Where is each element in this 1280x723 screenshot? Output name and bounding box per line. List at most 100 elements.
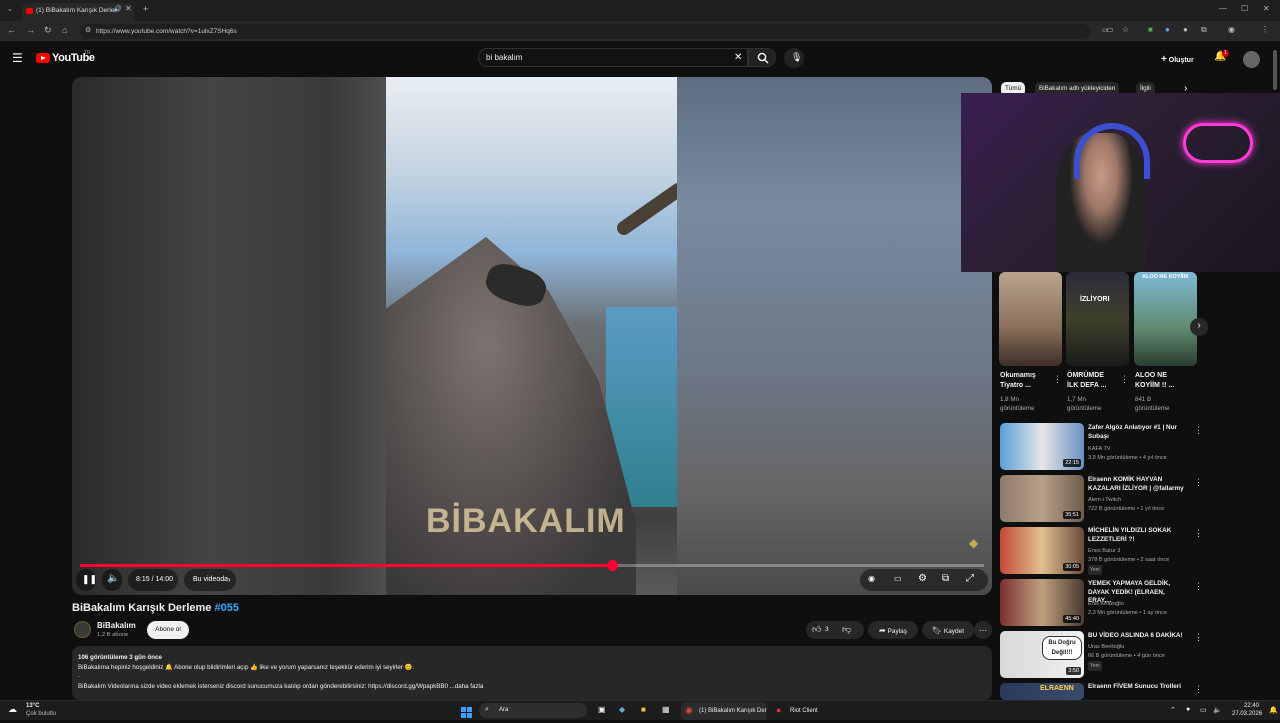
speaker-icon[interactable]: 🔈: [1213, 706, 1222, 714]
page-scrollbar[interactable]: [1273, 50, 1277, 90]
short-more-icon[interactable]: ⋮: [1120, 375, 1129, 384]
shorts-next-icon[interactable]: ›: [1190, 318, 1208, 336]
channel-avatar[interactable]: [74, 621, 91, 638]
cast-icon[interactable]: ▭: [1106, 26, 1114, 34]
subscribe-button[interactable]: Abone ol: [147, 621, 189, 639]
play-pause-button[interactable]: ❚❚: [76, 569, 97, 591]
windows-start-icon[interactable]: [461, 705, 472, 718]
tray-overflow-icon[interactable]: ⌃: [1170, 706, 1176, 714]
recommendation-channel[interactable]: Uras Benlioğlu: [1088, 643, 1188, 651]
clock-time[interactable]: 22:40: [1244, 703, 1259, 709]
notification-center-icon[interactable]: 🔔: [1269, 706, 1278, 714]
recommendation-more-icon[interactable]: ⋮: [1194, 684, 1203, 695]
share-button[interactable]: ➦ Paylaş: [868, 621, 918, 639]
new-tab-icon[interactable]: +: [143, 5, 148, 14]
home-icon[interactable]: ⌂: [62, 26, 67, 35]
recommendation-title[interactable]: Elraenn KOMİK HAYVAN KAZALARI İZLİYOR | …: [1088, 476, 1188, 493]
recommendation-thumbnail[interactable]: 35:51: [1000, 475, 1084, 522]
video-frame[interactable]: BİBAKALIM: [386, 77, 677, 595]
weather-desc[interactable]: Çok bulutlu: [26, 711, 56, 717]
browser-menu-icon[interactable]: ⋮: [1261, 26, 1269, 34]
profile-icon[interactable]: ◉: [1228, 26, 1235, 34]
settings-gear-icon[interactable]: ⚙: [918, 574, 927, 584]
recommendation-title[interactable]: BU VİDEO ASLINDA 6 DAKİKA!: [1088, 632, 1188, 641]
hamburger-menu-icon[interactable]: ☰: [12, 52, 23, 64]
weather-temp[interactable]: 13°C: [26, 703, 39, 709]
search-input[interactable]: bi bakalım ✕: [478, 48, 748, 67]
address-bar[interactable]: ⚙ https://www.youtube.com/watch?v=1ulxZ7…: [80, 24, 1109, 39]
short-title[interactable]: ÖMRÜMDE İLK DEFA ...: [1067, 371, 1106, 391]
voice-search-button[interactable]: 🎙: [784, 48, 804, 68]
channel-branding-icon[interactable]: ◆: [969, 537, 978, 549]
copilot-icon[interactable]: ◆: [619, 705, 625, 714]
like-icon[interactable]: 👍︎: [812, 624, 821, 635]
description-box[interactable]: 106 görüntüleme 3 gün önce BiBakalıma he…: [72, 646, 992, 700]
fullscreen-icon[interactable]: ⤢: [966, 574, 974, 584]
recommendation-more-icon[interactable]: ⋮: [1194, 632, 1203, 643]
miniplayer-icon[interactable]: ⧉: [942, 574, 949, 584]
maximize-icon[interactable]: ☐: [1241, 5, 1248, 13]
recommendation-title[interactable]: MİCHELİN YILDIZLI SOKAK LEZZETLERİ ?!: [1088, 527, 1188, 544]
recommendation-channel[interactable]: Enes Batur 3: [1088, 547, 1188, 555]
recommendation-channel[interactable]: Enis Kirazoğlu: [1088, 600, 1188, 608]
bookmark-star-icon[interactable]: ☆: [1122, 26, 1129, 34]
short-thumbnail[interactable]: [999, 272, 1062, 366]
progress-bar[interactable]: [80, 560, 984, 571]
recommendation-thumbnail[interactable]: 45:40: [1000, 579, 1084, 626]
dislike-icon[interactable]: 👎︎: [842, 624, 851, 635]
recommendation-thumbnail[interactable]: ELRAENN: [1000, 683, 1084, 700]
recommendation-thumbnail[interactable]: 30:05: [1000, 527, 1084, 574]
forward-icon[interactable]: →: [26, 26, 35, 35]
hashtag-link[interactable]: #055: [214, 602, 238, 614]
recommendation-channel[interactable]: KAFA TV: [1088, 445, 1188, 453]
recommendation-channel[interactable]: Alem-i Twitch: [1088, 496, 1188, 504]
clear-search-icon[interactable]: ✕: [734, 53, 742, 63]
back-icon[interactable]: ←: [7, 26, 16, 35]
recommendation-title[interactable]: Zafer Algöz Anlatıyor #1 | Nur Subaşı: [1088, 424, 1188, 441]
recommendation-thumbnail[interactable]: Bu Doğru Değil!!! 3:50: [1000, 631, 1084, 678]
taskbar-chrome-app[interactable]: ◉ (1) BiBakalım Karışık Der: [681, 702, 767, 720]
search-button[interactable]: [748, 48, 776, 67]
extension-3-icon[interactable]: ●: [1183, 26, 1188, 34]
extension-icon[interactable]: ■: [1148, 26, 1153, 34]
recommendation-more-icon[interactable]: ⋮: [1194, 581, 1203, 592]
tray-app-icon[interactable]: ●: [1186, 706, 1190, 713]
recommendation-more-icon[interactable]: ⋮: [1194, 425, 1203, 436]
mute-button[interactable]: 🔈: [102, 569, 122, 591]
site-info-icon[interactable]: ⚙: [85, 27, 91, 34]
store-icon[interactable]: ▦: [662, 705, 670, 714]
save-button[interactable]: 🔖︎ Kaydet: [922, 621, 974, 639]
short-more-icon[interactable]: ⋮: [1053, 375, 1062, 384]
clock-date[interactable]: 27.03.2026: [1232, 711, 1262, 717]
taskbar-riot-app[interactable]: ● Riot Client: [772, 702, 828, 720]
file-explorer-icon[interactable]: ■: [641, 705, 646, 714]
recommendation-thumbnail[interactable]: 22:15: [1000, 423, 1084, 470]
task-view-icon[interactable]: ▣: [598, 705, 606, 714]
recommendation-more-icon[interactable]: ⋮: [1194, 477, 1203, 488]
network-icon[interactable]: ▭: [1200, 706, 1207, 714]
tab-audio-icon[interactable]: 🔊: [113, 6, 122, 13]
tab-close-icon[interactable]: ✕: [125, 5, 132, 13]
short-title[interactable]: Okumamış Tiyatro ...: [1000, 371, 1036, 391]
create-button[interactable]: + Oluştur: [1156, 50, 1204, 67]
autoplay-toggle-icon[interactable]: ◉: [868, 575, 875, 583]
extension-2-icon[interactable]: ●: [1165, 26, 1170, 34]
tab-list-icon[interactable]: ⌄: [7, 6, 13, 13]
window-close-icon[interactable]: ✕: [1263, 5, 1270, 13]
short-title[interactable]: ALOO NE KOYİİM !! ...: [1135, 371, 1174, 391]
recommendation-meta: 3,9 Mn görüntüleme • 4 yıl önce: [1088, 455, 1167, 461]
short-thumbnail[interactable]: ALOO NE KOYİİM: [1134, 272, 1197, 366]
video-player[interactable]: BİBAKALIM ◆ ❚❚ 🔈 8:15 / 14:00 Bu videoda…: [72, 77, 992, 595]
account-avatar[interactable]: [1243, 51, 1260, 68]
recommendation-more-icon[interactable]: ⋮: [1194, 528, 1203, 539]
channel-name[interactable]: BiBakalım: [97, 621, 136, 630]
more-actions-button[interactable]: ⋯: [974, 621, 992, 639]
in-video-chapters-button[interactable]: Bu videoda ›: [184, 569, 236, 591]
extensions-puzzle-icon[interactable]: ⧉: [1201, 26, 1207, 34]
subtitles-icon[interactable]: ▭: [894, 575, 902, 583]
taskbar-search[interactable]: ⌕ Ara: [479, 703, 587, 718]
minimize-icon[interactable]: —: [1219, 5, 1227, 13]
short-thumbnail[interactable]: İZLİYORI: [1066, 272, 1129, 366]
recommendation-title[interactable]: Elraenn FİVEM Sunucu Trolleri: [1088, 683, 1188, 692]
reload-icon[interactable]: ↻: [44, 26, 52, 35]
